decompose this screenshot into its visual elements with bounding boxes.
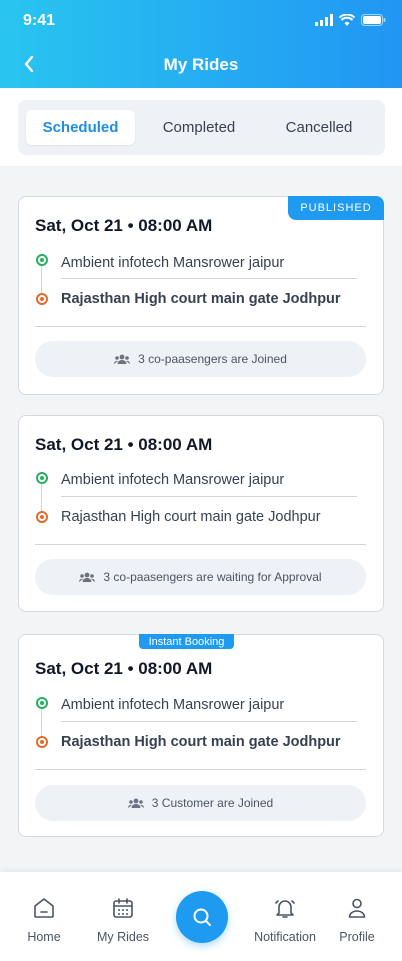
user-icon <box>317 892 397 924</box>
drop-dot-icon <box>36 293 48 305</box>
drop-location: Rajasthan High court main gate Jodhpur <box>61 509 321 525</box>
nav-my-rides-label: My Rides <box>96 930 150 944</box>
nav-my-rides[interactable]: My Rides <box>83 872 163 944</box>
passenger-info-pill: 3 Customer are Joined <box>35 785 366 821</box>
ride-card[interactable]: PUBLISHED Sat, Oct 21 • 08:00 AM Ambient… <box>18 196 384 395</box>
pickup-location: Ambient infotech Mansrower jaipur <box>61 255 285 271</box>
tab-cancelled[interactable]: Cancelled <box>263 110 375 145</box>
nav-notification[interactable]: Notification <box>245 872 325 944</box>
tabs-container: Scheduled Completed Cancelled <box>0 88 402 166</box>
nav-home-label: Home <box>27 930 61 944</box>
route-separator <box>61 496 357 497</box>
battery-icon <box>361 14 386 26</box>
card-divider <box>35 326 366 327</box>
tab-scheduled[interactable]: Scheduled <box>26 110 135 145</box>
group-icon <box>114 354 131 364</box>
nav-notification-label: Notification <box>254 930 316 944</box>
search-button[interactable] <box>176 891 228 943</box>
passenger-info-pill: 3 co-paasengers are waiting for Approval <box>35 559 366 595</box>
group-icon <box>127 798 144 808</box>
search-icon <box>193 908 211 926</box>
passenger-info-text: 3 Customer are Joined <box>151 796 274 810</box>
status-time: 9:41 <box>23 12 56 29</box>
pickup-location: Ambient infotech Mansrower jaipur <box>61 697 285 713</box>
pickup-dot-icon <box>36 254 48 266</box>
page-title: My Rides <box>163 55 239 74</box>
passenger-info-pill: 3 co-paasengers are Joined <box>35 341 366 377</box>
drop-location: Rajasthan High court main gate Jodhpur <box>61 734 341 750</box>
published-badge: PUBLISHED <box>288 196 384 220</box>
status-icons <box>315 14 386 26</box>
signal-icon <box>315 14 333 26</box>
nav-profile-label: Profile <box>339 930 375 944</box>
nav-profile[interactable]: Profile <box>317 872 397 944</box>
drop-location: Rajasthan High court main gate Jodhpur <box>61 291 341 307</box>
pickup-dot-icon <box>36 697 48 709</box>
home-icon <box>4 892 84 924</box>
bell-icon <box>245 892 325 924</box>
wifi-icon <box>339 14 355 26</box>
instant-booking-badge: Instant Booking <box>139 634 234 649</box>
segmented-tabs: Scheduled Completed Cancelled <box>18 100 385 155</box>
card-divider <box>35 769 366 770</box>
passenger-info-text: 3 co-paasengers are waiting for Approval <box>103 570 322 584</box>
ride-datetime: Sat, Oct 21 • 08:00 AM <box>35 216 213 235</box>
drop-dot-icon <box>36 736 48 748</box>
ride-card[interactable]: Instant Booking Sat, Oct 21 • 08:00 AM A… <box>18 634 384 837</box>
bottom-navigation: Home My Rides Notification Profile <box>0 872 402 961</box>
ride-card[interactable]: Sat, Oct 21 • 08:00 AM Ambient infotech … <box>18 415 384 612</box>
card-divider <box>35 544 366 545</box>
route-line <box>41 266 42 296</box>
nav-home[interactable]: Home <box>4 872 84 944</box>
ride-datetime: Sat, Oct 21 • 08:00 AM <box>35 659 213 678</box>
group-icon <box>79 572 96 582</box>
drop-dot-icon <box>36 511 48 523</box>
passenger-info-text: 3 co-paasengers are Joined <box>138 352 287 366</box>
pickup-location: Ambient infotech Mansrower jaipur <box>61 472 285 488</box>
tab-completed[interactable]: Completed <box>135 110 263 145</box>
route-separator <box>61 278 357 279</box>
route-separator <box>61 721 357 722</box>
app-header: 9:41 My Rides <box>0 0 402 88</box>
route-line <box>41 709 42 739</box>
calendar-icon <box>83 892 163 924</box>
ride-datetime: Sat, Oct 21 • 08:00 AM <box>35 435 213 454</box>
pickup-dot-icon <box>36 472 48 484</box>
